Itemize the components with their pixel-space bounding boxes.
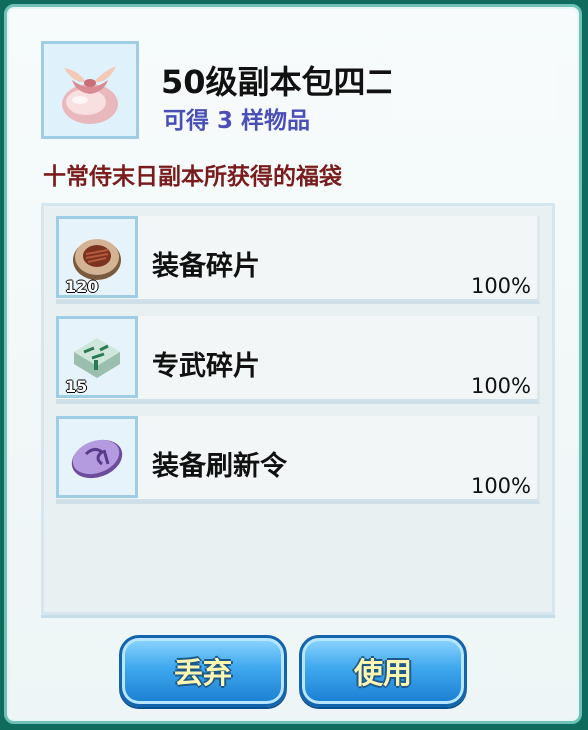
lucky-bag-icon bbox=[62, 66, 118, 124]
reward-chance: 100% bbox=[470, 474, 531, 498]
item-description: 十常侍末日副本所获得的福袋 bbox=[43, 164, 342, 190]
reward-quantity: 120 bbox=[65, 277, 99, 296]
list-item[interactable]: 装备刷新令 100% bbox=[56, 416, 540, 504]
reward-name: 专武碎片 bbox=[152, 351, 260, 382]
equipment-refresh-token-icon bbox=[71, 439, 123, 479]
list-item[interactable]: 15 专武碎片 100% bbox=[56, 316, 540, 404]
reward-quantity: 15 bbox=[65, 377, 88, 396]
reward-icon-frame bbox=[56, 416, 138, 498]
item-icon-frame bbox=[41, 41, 139, 139]
item-detail-dialog: 50级副本包四二 可得 3 样物品 十常侍末日副本所获得的福袋 120 装备碎片… bbox=[4, 4, 582, 724]
title-overflow-mask bbox=[393, 43, 557, 119]
item-title: 50级副本包四二 bbox=[161, 63, 391, 101]
reward-name: 装备刷新令 bbox=[152, 451, 287, 482]
reward-name: 装备碎片 bbox=[152, 251, 260, 282]
reward-chance: 100% bbox=[470, 274, 531, 298]
reward-chance: 100% bbox=[470, 374, 531, 398]
reward-list[interactable]: 120 装备碎片 100% 15 专武碎片 100% 装备刷新令 100% bbox=[41, 203, 555, 615]
discard-button-label: 丢弃 bbox=[173, 656, 232, 690]
use-button[interactable]: 使用 bbox=[299, 635, 467, 707]
list-item[interactable]: 120 装备碎片 100% bbox=[56, 216, 540, 304]
reward-icon-frame: 120 bbox=[56, 216, 138, 298]
reward-icon-frame: 15 bbox=[56, 316, 138, 398]
discard-button[interactable]: 丢弃 bbox=[119, 635, 287, 707]
item-subtitle: 可得 3 样物品 bbox=[163, 108, 311, 134]
use-button-label: 使用 bbox=[353, 656, 412, 690]
